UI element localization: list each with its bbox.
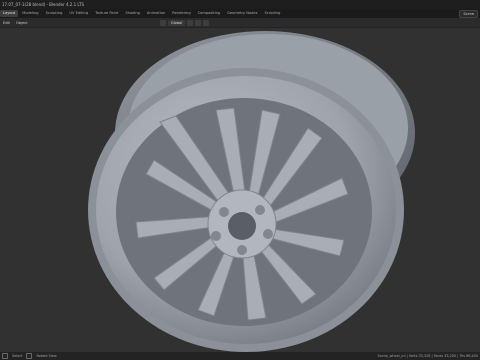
status-rotate: Rotate View	[36, 354, 57, 358]
center-bore	[228, 212, 256, 240]
pivot-icon[interactable]	[187, 19, 194, 26]
scene-selector-area: Scene	[459, 9, 480, 18]
tab-shading[interactable]: Shading	[122, 10, 143, 17]
tab-uv-editing[interactable]: UV Editing	[66, 10, 91, 17]
orientation-dropdown[interactable]: Global	[168, 19, 186, 26]
menu-object[interactable]: Object	[13, 21, 31, 25]
tab-rendering[interactable]: Rendering	[169, 10, 193, 17]
snap-icon[interactable]	[195, 19, 202, 26]
viewport-toolbar: Global	[160, 18, 210, 27]
3d-viewport[interactable]	[0, 28, 480, 352]
menu-edit[interactable]: Edit	[0, 21, 13, 25]
tab-sculpting[interactable]: Sculpting	[43, 10, 66, 17]
status-select: Select	[12, 354, 23, 358]
scene-selector[interactable]: Scene	[459, 9, 478, 18]
workspace-tabs: Layout Modeling Sculpting UV Editing Tex…	[0, 9, 480, 18]
tab-modeling[interactable]: Modeling	[19, 10, 41, 17]
transform-icon[interactable]	[160, 19, 166, 26]
tab-layout[interactable]: Layout	[0, 10, 19, 17]
tab-texture-paint[interactable]: Texture Paint	[92, 10, 121, 17]
tab-compositing[interactable]: Compositing	[195, 10, 224, 17]
wheel-render	[88, 31, 415, 352]
scene-statistics: Scene_wheel_mi | Verts 33,328 | Faces 33…	[377, 354, 478, 358]
proportional-edit-icon[interactable]	[203, 19, 210, 26]
status-bar: Select Rotate View Scene_wheel_mi | Vert…	[0, 352, 480, 360]
window-title: 17.07_07-1(28 blend) - Blender 4.2.1 LTS	[2, 2, 85, 7]
tab-geometry-nodes[interactable]: Geometry Nodes	[224, 10, 260, 17]
mouse-middle-icon	[26, 353, 33, 359]
tab-scripting[interactable]: Scripting	[261, 10, 283, 17]
tab-animation[interactable]: Animation	[144, 10, 168, 17]
mouse-left-icon	[2, 353, 8, 359]
title-bar: 17.07_07-1(28 blend) - Blender 4.2.1 LTS	[0, 0, 480, 9]
viewport-header: Edit Object	[0, 18, 480, 28]
